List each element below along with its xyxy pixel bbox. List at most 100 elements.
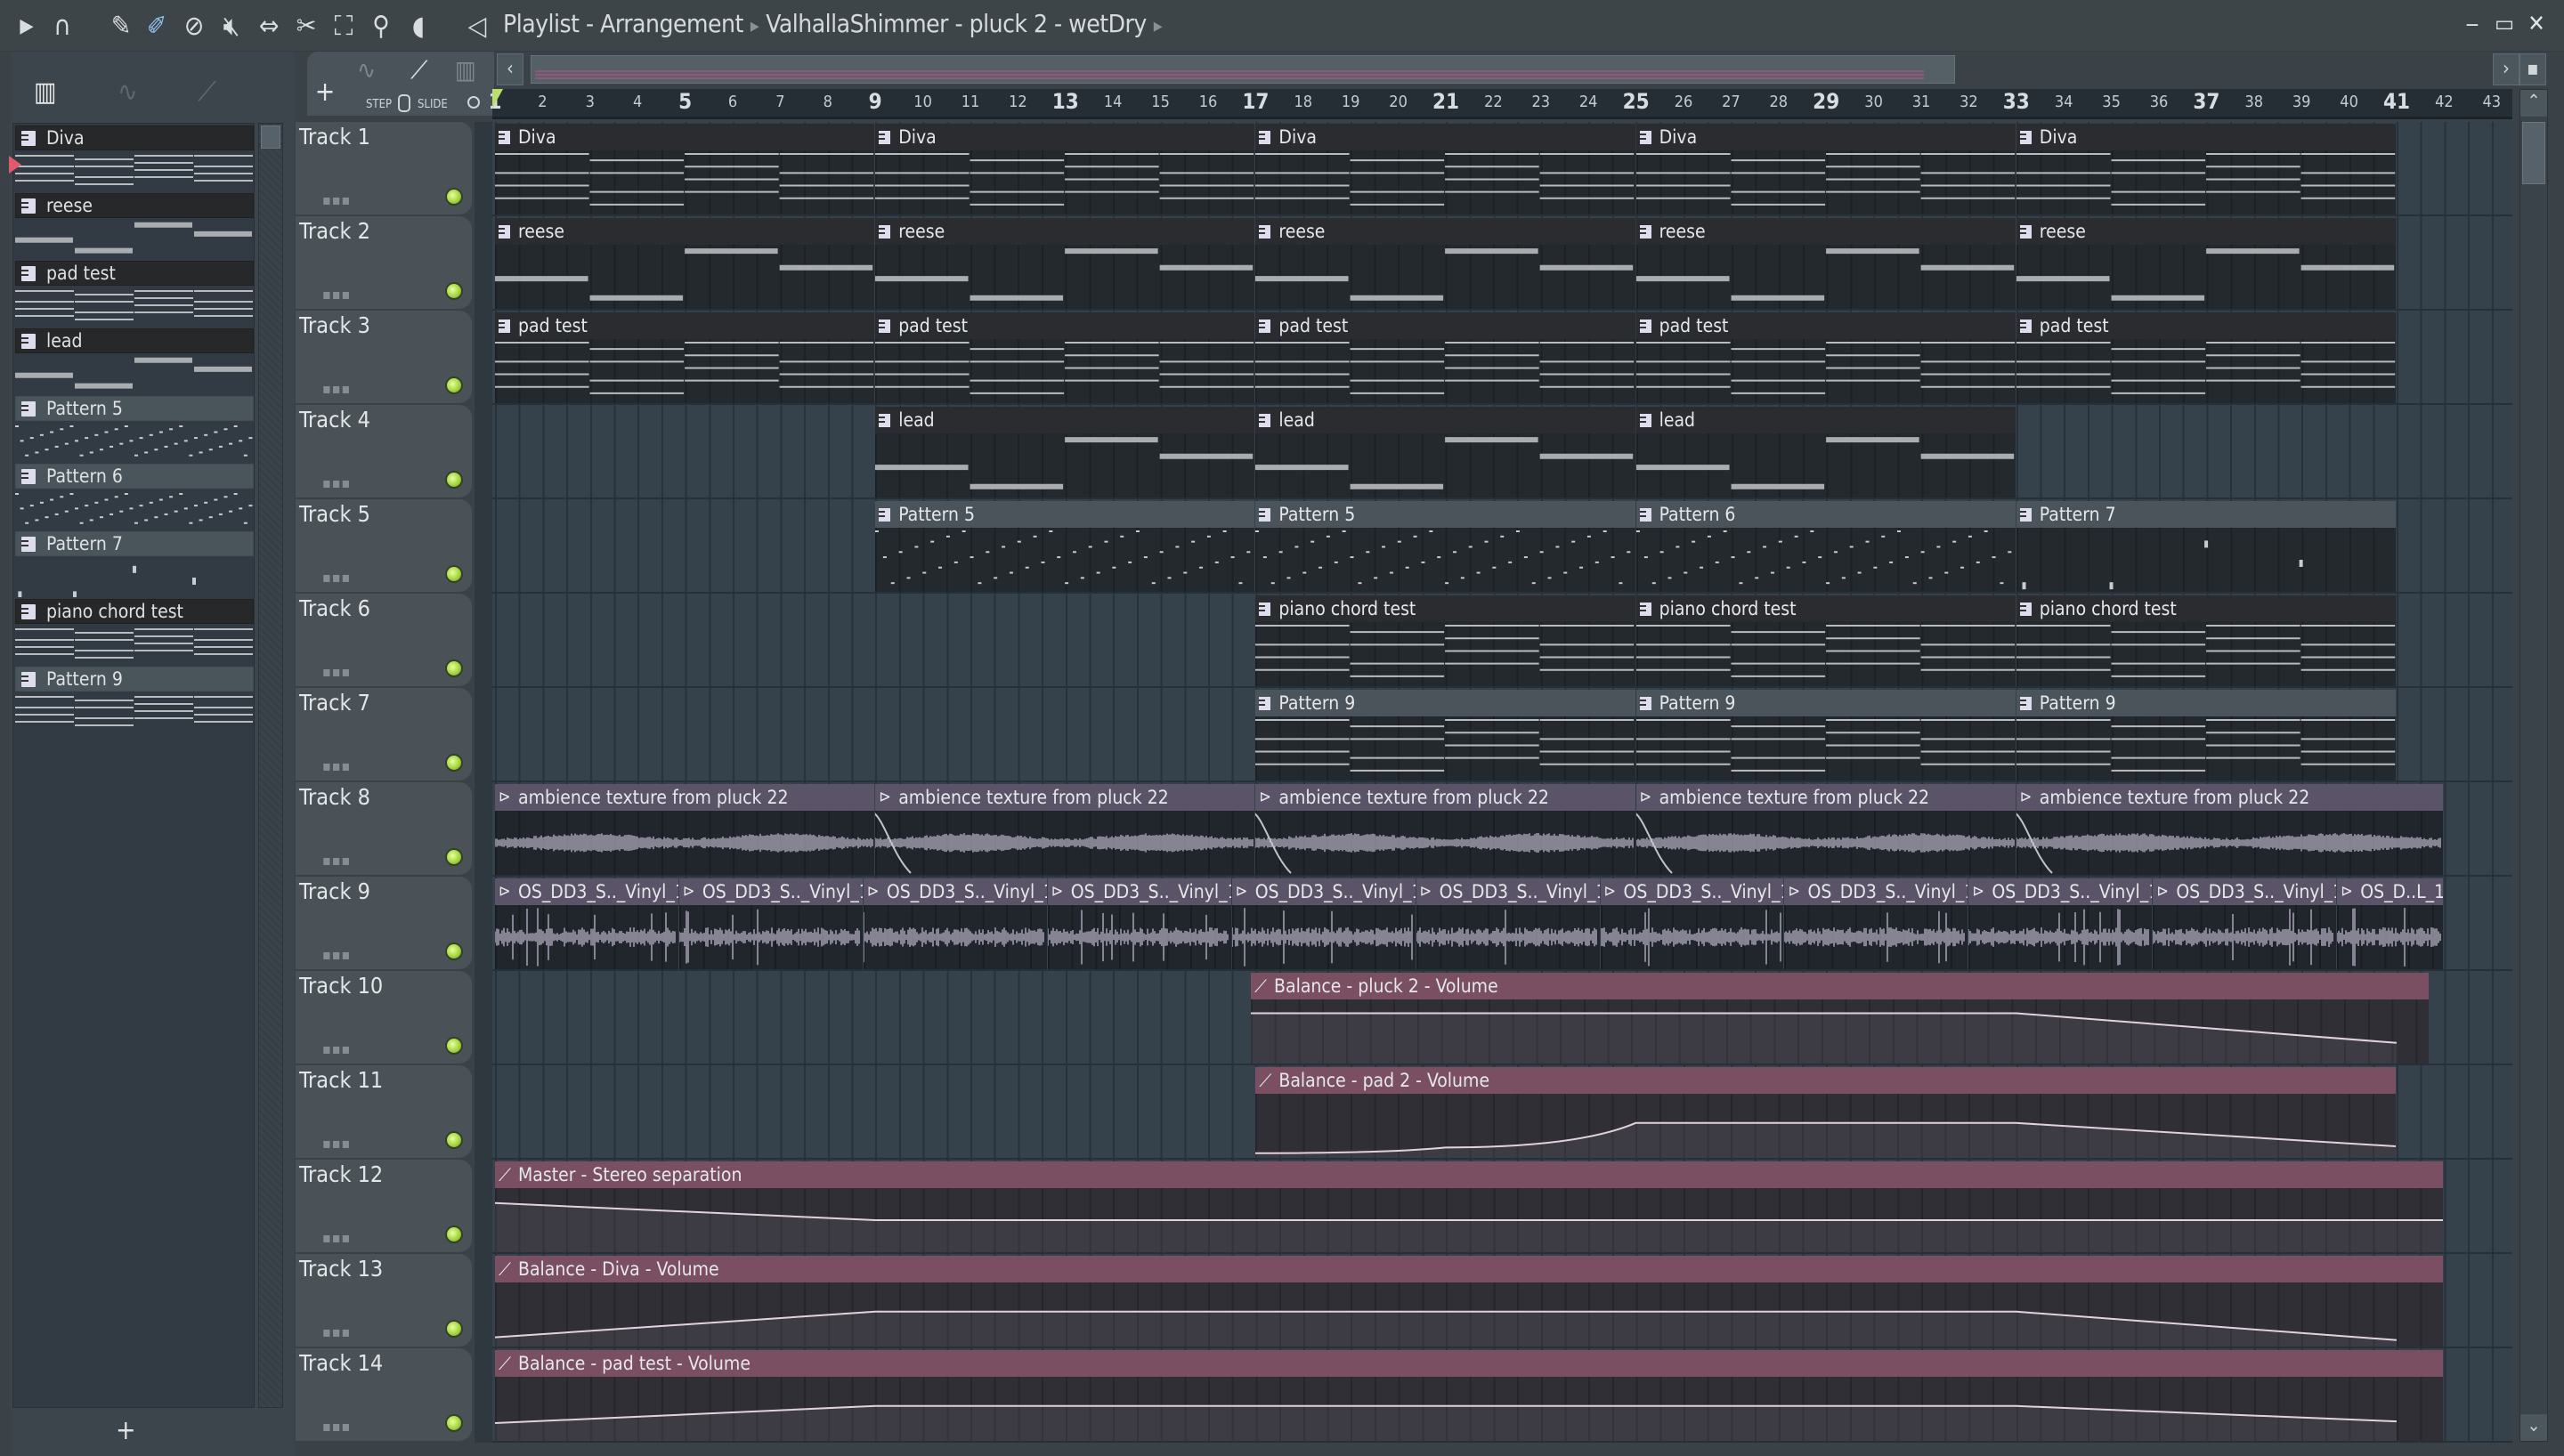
track-name[interactable]: Track 2 <box>299 218 370 244</box>
add-track-button[interactable]: + <box>307 77 343 116</box>
track-options-icon[interactable]: ▪▪▪ <box>322 380 351 397</box>
picker-item-header[interactable]: Diva <box>15 125 254 150</box>
track-options-icon[interactable]: ▪▪▪ <box>322 946 351 963</box>
clip-header[interactable]: ⟋ Master - Stereo separation <box>495 1161 2444 1188</box>
clip-header[interactable]: ⊳ ambience texture from pluck 22 <box>1255 784 1635 811</box>
track-name[interactable]: Track 4 <box>299 407 370 433</box>
track-header[interactable]: Track 4 ▪▪▪ <box>296 405 472 497</box>
clip-header[interactable]: piano chord test <box>1255 595 1635 622</box>
track-name[interactable]: Track 1 <box>299 124 370 150</box>
track-mute-toggle[interactable] <box>445 565 463 583</box>
slip-icon[interactable]: ⇔ <box>253 11 285 43</box>
track-name[interactable]: Track 13 <box>299 1256 383 1282</box>
pattern-clip[interactable]: Pattern 9 <box>1255 690 1635 781</box>
select-icon[interactable]: ⛶ <box>328 11 360 43</box>
picker-item[interactable]: Pattern 6 <box>13 462 256 530</box>
audio-clip[interactable]: ⊳ ambience texture from pluck 22 <box>2016 784 2444 875</box>
clip-header[interactable]: Pattern 5 <box>875 501 1255 528</box>
clip-header[interactable]: ⟋ Balance - pluck 2 - Volume <box>1251 973 2430 999</box>
track-options-icon[interactable]: ▪▪▪ <box>322 852 351 869</box>
clip-header[interactable]: reese <box>2016 218 2396 245</box>
clip-header[interactable]: Diva <box>1635 124 2016 150</box>
track-header[interactable]: Track 7 ▪▪▪ <box>296 688 472 781</box>
playhead-marker-icon[interactable] <box>492 89 503 109</box>
track-options-icon[interactable]: ▪▪▪ <box>322 1323 351 1340</box>
paint-icon[interactable]: ✐ <box>141 11 173 43</box>
audio-clip[interactable]: ⊳ OS_DD3_S.._Vinyl_1 <box>1047 878 1231 969</box>
pattern-clip[interactable]: Pattern 9 <box>1635 690 2016 781</box>
pattern-clip[interactable]: reese <box>2016 218 2396 309</box>
audio-clip[interactable]: ⊳ OS_DD3_S.._Vinyl_1 <box>678 878 863 969</box>
automation-icon[interactable]: ⟋ <box>410 55 428 85</box>
track-name[interactable]: Track 5 <box>299 501 370 527</box>
add-pattern-button[interactable]: + <box>116 1415 136 1446</box>
clip-header[interactable]: ⊳ OS_DD3_S.._Vinyl_1 <box>1047 878 1231 905</box>
audio-clip[interactable]: ⊳ ambience texture from pluck 22 <box>875 784 1255 875</box>
clip-header[interactable]: ⊳ OS_DD3_S.._Vinyl_1 <box>1968 878 2153 905</box>
track-name[interactable]: Track 8 <box>299 784 370 810</box>
pattern-clip[interactable]: reese <box>875 218 1255 309</box>
clip-header[interactable]: ⊳ OS_DD3_S.._Vinyl_1 <box>2153 878 2337 905</box>
clip-header[interactable]: pad test <box>2016 312 2396 339</box>
picker-item-header[interactable]: piano chord test <box>15 599 254 624</box>
breadcrumb-arrow-icon[interactable]: ▸ <box>1154 15 1163 37</box>
track-mute-toggle[interactable] <box>445 188 463 206</box>
track-mute-toggle[interactable] <box>445 1320 463 1338</box>
pattern-clip[interactable]: piano chord test <box>1635 595 2016 686</box>
pattern-clip[interactable]: Pattern 5 <box>1255 501 1635 592</box>
automation-clip[interactable]: ⟋ Balance - pluck 2 - Volume <box>1251 973 2430 1064</box>
vertical-scrollbar[interactable]: ⌃ ⌄ <box>2519 89 2548 1442</box>
picker-item[interactable]: Pattern 9 <box>13 665 256 732</box>
clip-header[interactable]: Pattern 5 <box>1255 501 1635 528</box>
track-name[interactable]: Track 11 <box>299 1067 383 1093</box>
pattern-clip[interactable]: reese <box>1255 218 1635 309</box>
track-header[interactable]: Track 10 ▪▪▪ <box>296 971 472 1064</box>
playback-icon[interactable]: ◖ <box>402 11 434 43</box>
clip-header[interactable]: Diva <box>1255 124 1635 150</box>
picker-item[interactable]: piano chord test <box>13 597 256 665</box>
audio-clip[interactable]: ⊳ ambience texture from pluck 22 <box>1255 784 1635 875</box>
zoom-icon[interactable]: ⚲ <box>365 11 397 43</box>
track-name[interactable]: Track 10 <box>299 973 383 999</box>
track-options-icon[interactable]: ▪▪▪ <box>322 569 351 586</box>
mute-icon[interactable]: 🔇︎ <box>215 11 247 43</box>
clip-header[interactable]: Pattern 9 <box>2016 690 2396 716</box>
clip-header[interactable]: pad test <box>495 312 875 339</box>
pattern-clip[interactable]: Diva <box>1255 124 1635 214</box>
picker-item[interactable]: reese <box>13 191 256 259</box>
clip-header[interactable]: reese <box>1635 218 2016 245</box>
scroll-right-button[interactable]: › <box>2493 53 2519 85</box>
audio-clip[interactable]: ⊳ OS_DD3_S.._Vinyl_1 <box>495 878 678 969</box>
clip-header[interactable]: Pattern 6 <box>1635 501 2016 528</box>
pattern-clip[interactable]: pad test <box>2016 312 2396 403</box>
scrollbar-thumb[interactable] <box>261 125 280 149</box>
track-header[interactable]: Track 8 ▪▪▪ <box>296 782 472 875</box>
track-header[interactable]: Track 1 ▪▪▪ <box>296 122 472 214</box>
picker-item[interactable]: pad test <box>13 259 256 327</box>
clip-header[interactable]: ⊳ ambience texture from pluck 22 <box>495 784 875 811</box>
track-options-icon[interactable]: ▪▪▪ <box>322 191 351 208</box>
audio-clip[interactable]: ⊳ OS_DD3_S.._Vinyl_1 <box>1784 878 1968 969</box>
pattern-clip[interactable]: lead <box>1635 407 2016 497</box>
timeline-ruler[interactable]: 1 2 3 4 5 6 7 8 9 10 11 12 13 14 15 16 17 18 19 20 21 22 23 24 2… <box>488 89 2512 119</box>
pattern-clip[interactable]: Pattern 7 <box>2016 501 2396 592</box>
track-options-icon[interactable]: ▪▪▪ <box>322 1135 351 1152</box>
pattern-clip[interactable]: Diva <box>875 124 1255 214</box>
overview-handle[interactable] <box>531 55 1955 84</box>
clip-header[interactable]: pad test <box>1255 312 1635 339</box>
pattern-clip[interactable]: Pattern 9 <box>2016 690 2396 781</box>
delete-icon[interactable]: ⊘ <box>178 11 210 43</box>
track-name[interactable]: Track 12 <box>299 1161 383 1187</box>
automation-clip[interactable]: ⟋ Balance - pad 2 - Volume <box>1255 1067 2396 1158</box>
scrollbar-thumb[interactable] <box>2522 122 2545 184</box>
clip-header[interactable]: ⊳ OS_D..L_1 <box>2337 878 2444 905</box>
scroll-left-button[interactable]: ‹ <box>497 53 523 85</box>
audio-clip[interactable]: ⊳ OS_DD3_S.._Vinyl_1 <box>1416 878 1600 969</box>
clip-header[interactable]: lead <box>1255 407 1635 433</box>
track-mute-toggle[interactable] <box>445 471 463 489</box>
track-options-icon[interactable]: ▪▪▪ <box>322 1418 351 1435</box>
track-mute-toggle[interactable] <box>445 1131 463 1149</box>
picker-scrollbar[interactable] <box>258 123 283 1408</box>
pattern-clip[interactable]: pad test <box>875 312 1255 403</box>
audio-clip[interactable]: ⊳ OS_DD3_S.._Vinyl_1 <box>1600 878 1784 969</box>
